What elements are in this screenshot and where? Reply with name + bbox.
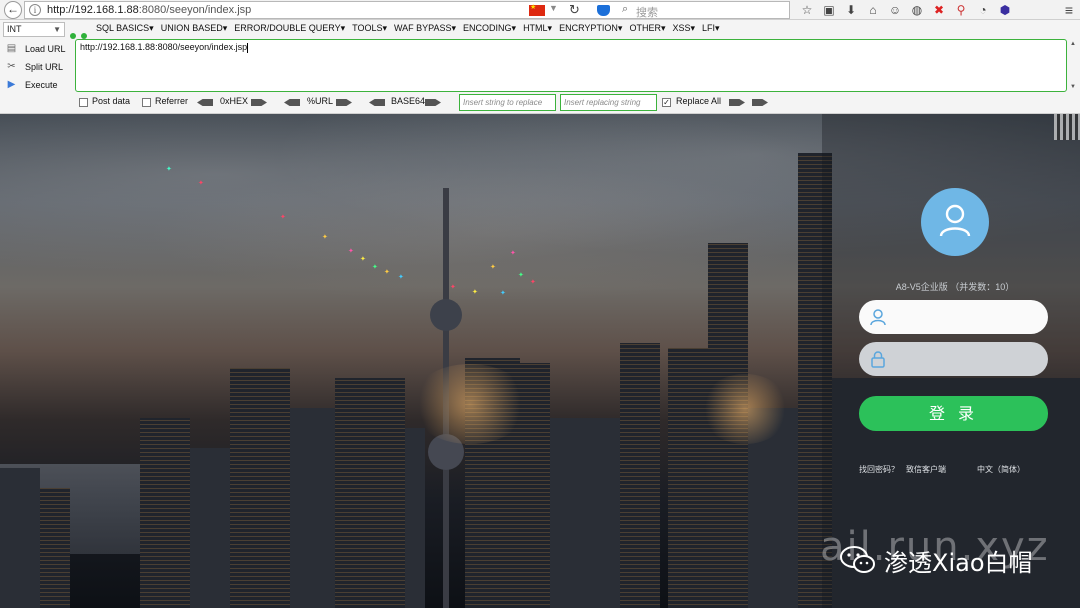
address-bar[interactable]: i http://192.168.1.88:8080/seeyon/index.… bbox=[24, 1, 790, 19]
search-icon: ⌕ bbox=[622, 3, 629, 15]
post-data-checkbox[interactable] bbox=[79, 98, 88, 107]
browser-toolbar: ☆ ▣ ⬇ ⌂ ☺ ◍ ✖ ⚲ ◔ ⬢ ≡ bbox=[796, 1, 1073, 19]
timer-icon[interactable]: ◔ bbox=[972, 1, 994, 19]
watermark-brand: 渗透Xiao白帽 bbox=[840, 542, 1033, 578]
smiley-icon[interactable]: ☺ bbox=[884, 1, 906, 19]
url-label: %URL bbox=[307, 96, 334, 106]
username-input[interactable] bbox=[859, 300, 1048, 334]
menu-lfi[interactable]: LFI▾ bbox=[702, 23, 720, 34]
menu-union-based[interactable]: UNION BASED▾ bbox=[161, 23, 228, 34]
china-flag-icon bbox=[529, 3, 545, 16]
shield-icon[interactable] bbox=[597, 5, 610, 16]
download-icon[interactable]: ⬇ bbox=[840, 1, 862, 19]
home-icon[interactable]: ⌂ bbox=[862, 1, 884, 19]
hex-label: 0xHEX bbox=[220, 96, 249, 106]
reload-icon[interactable]: ↻ bbox=[569, 2, 580, 18]
load-url-icon: ▤ bbox=[6, 43, 17, 54]
menu-waf-bypass[interactable]: WAF BYPASS▾ bbox=[394, 23, 456, 34]
search-input[interactable]: 搜索 bbox=[636, 4, 658, 20]
url-textarea[interactable]: http://192.168.1.88:8080/seeyon/index.js… bbox=[75, 39, 1067, 92]
url-decode-arrow-icon[interactable] bbox=[284, 99, 300, 106]
replace-all-label: Replace All bbox=[676, 96, 722, 106]
globe-icon[interactable]: ◍ bbox=[906, 1, 928, 19]
hex-encode-arrow-icon[interactable] bbox=[251, 99, 267, 106]
back-arrow-icon[interactable]: ← bbox=[4, 1, 22, 19]
hex-decode-arrow-icon[interactable] bbox=[197, 99, 213, 106]
menu-encryption[interactable]: ENCRYPTION▾ bbox=[559, 23, 622, 34]
replacing-string-input[interactable]: Insert replacing string bbox=[560, 94, 657, 111]
base64-label: BASE64 bbox=[391, 96, 426, 106]
user-icon bbox=[870, 309, 886, 326]
chevron-down-icon[interactable]: ▼ bbox=[549, 3, 558, 13]
referrer-checkbox[interactable] bbox=[142, 98, 151, 107]
chevron-down-icon: ▼ bbox=[53, 25, 61, 34]
execute-button[interactable]: ▶ Execute bbox=[3, 76, 71, 94]
replace-all-right-arrow-icon[interactable] bbox=[729, 99, 745, 106]
menu-tools[interactable]: TOOLS▾ bbox=[352, 23, 387, 34]
info-icon[interactable]: i bbox=[29, 4, 41, 16]
split-url-icon: ✂ bbox=[7, 61, 16, 72]
language-select[interactable]: 中文（简体） bbox=[977, 464, 1025, 475]
replace-all-checkbox[interactable]: ✓ bbox=[662, 98, 671, 107]
download-client-link[interactable]: 致信客户端 bbox=[906, 464, 946, 475]
referrer-label: Referrer bbox=[155, 96, 189, 106]
load-url-button[interactable]: ▤ Load URL bbox=[3, 40, 71, 58]
url-encode-arrow-icon[interactable] bbox=[336, 99, 352, 106]
brand-name: 渗透Xiao白帽 bbox=[884, 548, 1033, 577]
replace-all-double-arrow-icon[interactable] bbox=[752, 99, 768, 106]
lock-icon bbox=[871, 351, 885, 368]
login-button[interactable]: 登 录 bbox=[859, 396, 1048, 431]
hackbar-actions: ▤ Load URL ✂ Split URL ▶ Execute bbox=[3, 40, 71, 94]
split-url-button[interactable]: ✂ Split URL bbox=[3, 58, 71, 76]
hamburger-menu-icon[interactable]: ≡ bbox=[1058, 1, 1080, 19]
clipboard-icon[interactable]: ▣ bbox=[818, 1, 840, 19]
password-input[interactable] bbox=[859, 342, 1048, 376]
menu-error-double-query[interactable]: ERROR/DOUBLE QUERY▾ bbox=[234, 23, 345, 34]
post-data-label: Post data bbox=[92, 96, 131, 106]
menu-encoding[interactable]: ENCODING▾ bbox=[463, 23, 516, 34]
menu-sql-basics[interactable]: SQL BASICS▾ bbox=[96, 23, 154, 34]
menu-other[interactable]: OTHER▾ bbox=[629, 23, 665, 34]
browser-navbar: ← i http://192.168.1.88:8080/seeyon/inde… bbox=[0, 0, 1080, 20]
textarea-scrollbar[interactable]: ▲ ▼ bbox=[1068, 39, 1078, 92]
address-url: http://192.168.1.88:8080/seeyon/index.js… bbox=[47, 4, 252, 16]
base64-encode-arrow-icon[interactable] bbox=[425, 99, 441, 106]
base64-decode-arrow-icon[interactable] bbox=[369, 99, 385, 106]
bookmark-star-icon[interactable]: ☆ bbox=[796, 1, 818, 19]
user-avatar bbox=[921, 188, 989, 256]
addon-hexagon-icon[interactable]: ⬢ bbox=[994, 1, 1016, 19]
menu-html[interactable]: HTML▾ bbox=[523, 23, 552, 34]
x-red-icon[interactable]: ✖ bbox=[928, 1, 950, 19]
forgot-password-link[interactable]: 找回密码？ bbox=[859, 464, 899, 475]
execute-icon: ▶ bbox=[7, 79, 16, 90]
wechat-icon bbox=[840, 545, 876, 575]
product-version: A8-V5企业版 （并发数：10） bbox=[895, 282, 1015, 292]
user-icon bbox=[939, 204, 971, 237]
menu-xss[interactable]: XSS▾ bbox=[673, 23, 696, 34]
injection-type-select[interactable]: INT ▼ bbox=[3, 22, 65, 37]
zoom-icon[interactable]: ⚲ bbox=[950, 1, 972, 19]
hackbar-panel: INT ▼ SQL BASICS▾ UNION BASED▾ ERROR/DOUB… bbox=[0, 20, 1080, 114]
qr-code-icon[interactable] bbox=[1054, 114, 1080, 140]
replace-string-input[interactable]: Insert string to replace bbox=[459, 94, 556, 111]
hackbar-menu: SQL BASICS▾ UNION BASED▾ ERROR/DOUBLE QU… bbox=[96, 23, 720, 34]
login-page: ✦ ✦ ✦ ✦ ✦ ✦ ✦ ✦ ✦ ✦ ✦ ✦ ✦ ✦ ✦ ✦ A8-V5企业版… bbox=[0, 114, 1080, 608]
